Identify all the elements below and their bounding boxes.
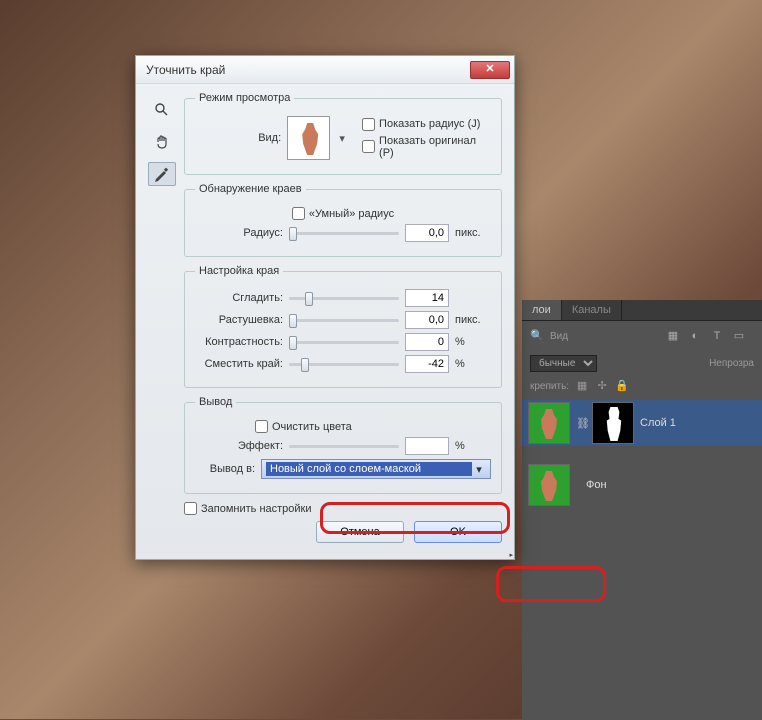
layer-row-1[interactable]: ⛓ Слой 1	[522, 400, 762, 446]
edge-detection-legend: Обнаружение краев	[195, 183, 306, 195]
remember-checkbox[interactable]	[184, 502, 197, 515]
feather-unit: пикс.	[455, 314, 491, 326]
shift-slider[interactable]	[289, 357, 399, 371]
cancel-button[interactable]: Отмена	[316, 521, 404, 543]
opacity-label: Непрозра	[709, 358, 754, 369]
output-to-label: Вывод в:	[195, 463, 255, 475]
dropdown-arrow-icon: ▾	[472, 463, 486, 476]
tab-layers[interactable]: лои	[522, 300, 562, 320]
lock-position-icon[interactable]: ✢	[595, 379, 609, 393]
lock-all-icon[interactable]: 🔒	[615, 379, 629, 393]
view-label: Вид:	[195, 132, 281, 144]
refine-brush-tool[interactable]: ▸	[148, 162, 176, 186]
lock-pixels-icon[interactable]: ▦	[575, 379, 589, 393]
bg-name[interactable]: Фон	[586, 479, 607, 491]
filter-shape-icon[interactable]: ▭	[732, 329, 746, 343]
feather-slider[interactable]	[289, 313, 399, 327]
contrast-label: Контрастность:	[195, 336, 283, 348]
show-original-label: Показать оригинал (P)	[379, 135, 491, 159]
link-icon[interactable]: ⛓	[576, 417, 586, 430]
lock-label: крепить:	[530, 381, 569, 392]
smooth-input[interactable]	[405, 289, 449, 307]
titlebar[interactable]: Уточнить край ✕	[136, 56, 514, 84]
view-mode-group: Режим просмотра Вид: ▾ Показать радиус (…	[184, 92, 502, 175]
close-button[interactable]: ✕	[470, 61, 510, 79]
adjust-edge-group: Настройка края Сгладить: Растушевка: пик…	[184, 265, 502, 388]
output-legend: Вывод	[195, 396, 236, 408]
filter-adjust-icon[interactable]: ◐	[688, 329, 702, 343]
show-radius-checkbox[interactable]	[362, 118, 375, 131]
smooth-slider[interactable]	[289, 291, 399, 305]
effect-unit: %	[455, 440, 491, 452]
radius-label: Радиус:	[195, 227, 283, 239]
effect-label: Эффект:	[195, 440, 283, 452]
radius-slider[interactable]	[289, 226, 399, 240]
decontaminate-label: Очистить цвета	[272, 421, 352, 433]
feather-label: Растушевка:	[195, 314, 283, 326]
output-group: Вывод Очистить цвета Эффект: % Вывод в: …	[184, 396, 502, 494]
layer-mask-thumbnail[interactable]	[592, 402, 634, 444]
layer-thumbnail[interactable]	[528, 402, 570, 444]
shift-input[interactable]	[405, 355, 449, 373]
edge-detection-group: Обнаружение краев «Умный» радиус Радиус:…	[184, 183, 502, 257]
radius-unit: пикс.	[455, 227, 491, 239]
contrast-slider[interactable]	[289, 335, 399, 349]
blend-mode-select[interactable]: бычные	[530, 355, 597, 372]
feather-input[interactable]	[405, 311, 449, 329]
contrast-input[interactable]	[405, 333, 449, 351]
smart-radius-label: «Умный» радиус	[309, 208, 394, 220]
effect-slider	[289, 439, 399, 453]
smooth-label: Сгладить:	[195, 292, 283, 304]
kind-label: Вид	[550, 331, 568, 342]
show-original-checkbox[interactable]	[362, 140, 375, 153]
contrast-unit: %	[455, 336, 491, 348]
dialog-title: Уточнить край	[140, 63, 470, 77]
hand-tool[interactable]	[148, 130, 176, 154]
zoom-tool[interactable]	[148, 98, 176, 122]
layer-row-bg[interactable]: Фон	[522, 462, 762, 508]
shift-label: Сместить край:	[195, 358, 283, 370]
effect-input	[405, 437, 449, 455]
refine-edge-dialog: Уточнить край ✕ ▸ Режим просмотра Вид: ▾…	[135, 55, 515, 560]
shift-unit: %	[455, 358, 491, 370]
filter-image-icon[interactable]: ▦	[666, 329, 680, 343]
output-to-value: Новый слой со слоем-маской	[266, 462, 472, 476]
filter-type-icon[interactable]: T	[710, 329, 724, 343]
radius-input[interactable]	[405, 224, 449, 242]
tab-channels[interactable]: Каналы	[562, 300, 622, 320]
remember-label: Запомнить настройки	[201, 503, 312, 515]
layer-name-1[interactable]: Слой 1	[640, 417, 676, 429]
view-dropdown-arrow[interactable]: ▾	[336, 132, 348, 145]
output-to-dropdown[interactable]: Новый слой со слоем-маской ▾	[261, 459, 491, 479]
ok-button[interactable]: OK	[414, 521, 502, 543]
layers-panel: лои Каналы 🔍 Вид ▦ ◐ T ▭ бычные Непрозра…	[522, 300, 762, 720]
decontaminate-checkbox[interactable]	[255, 420, 268, 433]
adjust-edge-legend: Настройка края	[195, 265, 283, 277]
view-preview[interactable]	[287, 116, 330, 160]
smart-radius-checkbox[interactable]	[292, 207, 305, 220]
view-mode-legend: Режим просмотра	[195, 92, 294, 104]
bg-thumbnail[interactable]	[528, 464, 570, 506]
show-radius-label: Показать радиус (J)	[379, 118, 480, 130]
search-icon[interactable]: 🔍	[530, 329, 544, 343]
